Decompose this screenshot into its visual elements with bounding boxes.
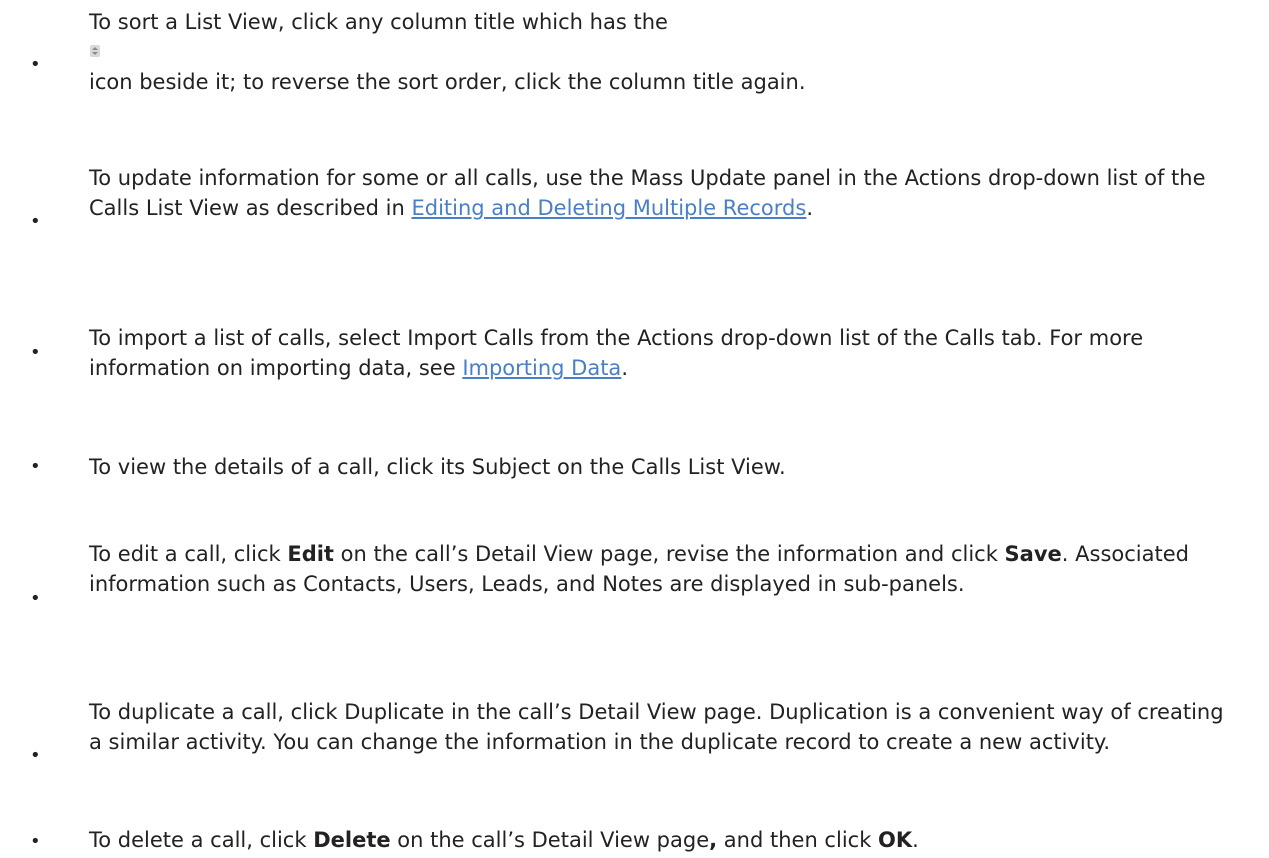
list-item-view-details: To view the details of a call, click its…: [89, 452, 1229, 482]
link-editing-deleting-multiple-records[interactable]: Editing and Deleting Multiple Records: [411, 196, 806, 220]
list-item-sort: To sort a List View, click any column ti…: [89, 7, 1229, 97]
ok-label: OK: [878, 828, 913, 852]
delete-label: Delete: [313, 828, 391, 852]
list-bullet: •: [30, 831, 41, 852]
list-item-duplicate: To duplicate a call, click Duplicate in …: [89, 697, 1229, 757]
list-item-edit: To edit a call, click Edit on the call’s…: [89, 542, 1189, 596]
list-bullet: •: [30, 342, 41, 363]
list-item-text: To sort a List View, click any column ti…: [89, 10, 668, 34]
list-item-import: To import a list of calls, select Import…: [89, 326, 1144, 380]
link-importing-data[interactable]: Importing Data: [462, 356, 621, 380]
list-item-mass-update: To update information for some or all ca…: [89, 166, 1206, 220]
list-bullet: •: [30, 54, 41, 75]
list-bullet: •: [30, 745, 41, 766]
list-bullet: •: [30, 211, 41, 232]
list-item-delete: To delete a call, click Delete on the ca…: [89, 828, 919, 852]
list-item-text: icon beside it; to reverse the sort orde…: [89, 70, 806, 94]
edit-label: Edit: [287, 542, 334, 566]
list-bullet: •: [30, 456, 41, 477]
save-label: Save: [1004, 542, 1062, 566]
list-item-text: To view the details of a call, click its…: [89, 455, 786, 479]
sort-icon: [89, 45, 101, 57]
list-bullet: •: [30, 588, 41, 609]
list-item-text: To duplicate a call, click Duplicate in …: [89, 700, 1224, 754]
